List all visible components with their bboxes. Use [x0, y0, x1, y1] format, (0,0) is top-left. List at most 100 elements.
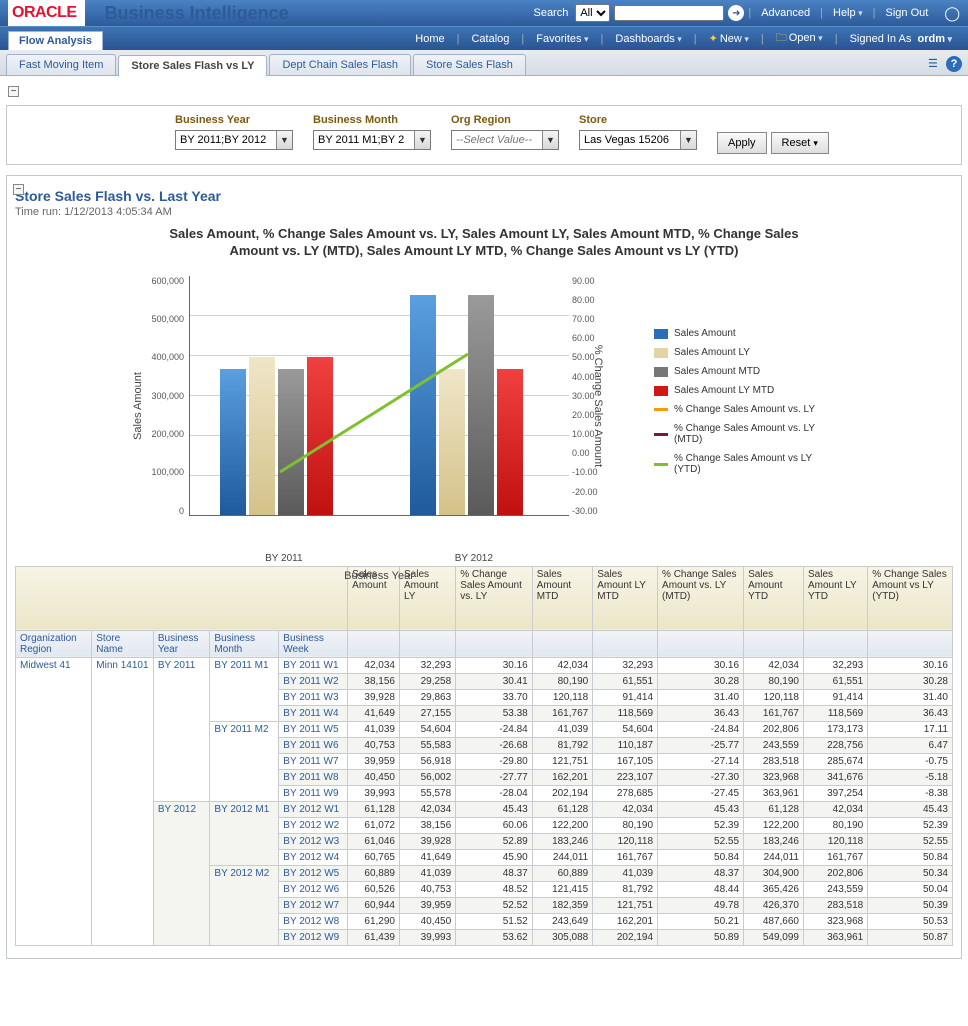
value-cell: 54,604: [593, 721, 658, 737]
week-cell[interactable]: BY 2011 W2: [279, 673, 348, 689]
col-business-year[interactable]: Business Year: [153, 630, 210, 657]
week-cell[interactable]: BY 2012 W6: [279, 881, 348, 897]
week-cell[interactable]: BY 2011 W4: [279, 705, 348, 721]
business-year-select[interactable]: ▼: [175, 130, 293, 150]
chevron-down-icon[interactable]: ▼: [276, 131, 292, 149]
year-cell[interactable]: BY 2011: [153, 657, 210, 801]
value-cell: 305,088: [532, 929, 592, 945]
month-cell[interactable]: BY 2012 M2: [210, 865, 279, 945]
col-business-week[interactable]: Business Week: [279, 630, 348, 657]
value-cell: 40,753: [348, 737, 400, 753]
value-cell: 202,806: [744, 721, 804, 737]
dashboards-menu[interactable]: Dashboards: [607, 33, 689, 45]
value-cell: -27.45: [658, 785, 744, 801]
col-business-month[interactable]: Business Month: [210, 630, 279, 657]
month-cell[interactable]: BY 2011 M2: [210, 721, 279, 801]
help-icon[interactable]: ?: [946, 56, 962, 72]
value-cell: 60,526: [348, 881, 400, 897]
value-cell: 30.16: [658, 657, 744, 673]
value-cell: -24.84: [658, 721, 744, 737]
week-cell[interactable]: BY 2011 W3: [279, 689, 348, 705]
value-cell: 30.16: [868, 657, 953, 673]
value-cell: 118,569: [593, 705, 658, 721]
value-cell: 304,900: [744, 865, 804, 881]
reset-button[interactable]: Reset ▾: [771, 132, 829, 154]
tab-fast-moving[interactable]: Fast Moving Item: [6, 54, 116, 75]
week-cell[interactable]: BY 2012 W3: [279, 833, 348, 849]
week-cell[interactable]: BY 2011 W5: [279, 721, 348, 737]
help-menu[interactable]: Help: [833, 7, 863, 19]
value-cell: 161,767: [593, 849, 658, 865]
tab-dept-chain[interactable]: Dept Chain Sales Flash: [269, 54, 411, 75]
week-cell[interactable]: BY 2011 W9: [279, 785, 348, 801]
advanced-link[interactable]: Advanced: [761, 7, 810, 19]
col-org-region[interactable]: Organization Region: [16, 630, 92, 657]
favorites-menu[interactable]: Favorites: [528, 33, 596, 45]
store-select[interactable]: ▼: [579, 130, 697, 150]
value-cell: 48.52: [456, 881, 533, 897]
year-cell[interactable]: BY 2012: [153, 801, 210, 945]
collapse-filter-icon[interactable]: −: [8, 86, 19, 97]
value-cell: 48.37: [658, 865, 744, 881]
value-cell: 120,118: [744, 689, 804, 705]
week-cell[interactable]: BY 2012 W7: [279, 897, 348, 913]
search-input[interactable]: [614, 5, 724, 21]
apply-button[interactable]: Apply: [717, 132, 767, 154]
week-cell[interactable]: BY 2011 W1: [279, 657, 348, 673]
y2-axis-ticks: 90.0080.0070.0060.0050.0040.0030.0020.00…: [572, 276, 610, 516]
chevron-down-icon[interactable]: ▼: [414, 131, 430, 149]
value-cell: 61,046: [348, 833, 400, 849]
org-region-select[interactable]: ▼: [451, 130, 559, 150]
week-cell[interactable]: BY 2011 W7: [279, 753, 348, 769]
value-cell: -27.77: [456, 769, 533, 785]
brand-area: ORACLE: [8, 0, 85, 26]
search-go-icon[interactable]: ➜: [728, 5, 744, 21]
value-cell: 39,993: [348, 785, 400, 801]
tab-store-sales-flash-vs-ly[interactable]: Store Sales Flash vs LY: [118, 55, 267, 76]
month-cell[interactable]: BY 2011 M1: [210, 657, 279, 721]
business-month-select[interactable]: ▼: [313, 130, 431, 150]
report-section: − Store Sales Flash vs. Last Year Time r…: [6, 175, 962, 959]
value-cell: 53.62: [456, 929, 533, 945]
week-cell[interactable]: BY 2011 W6: [279, 737, 348, 753]
user-menu[interactable]: ordm: [917, 33, 952, 45]
week-cell[interactable]: BY 2012 W2: [279, 817, 348, 833]
week-cell[interactable]: BY 2012 W8: [279, 913, 348, 929]
value-cell: -0.75: [868, 753, 953, 769]
col-store-name[interactable]: Store Name: [92, 630, 154, 657]
value-cell: 80,190: [744, 673, 804, 689]
value-cell: 122,200: [744, 817, 804, 833]
options-icon[interactable]: ☰: [928, 57, 942, 71]
value-cell: 182,359: [532, 897, 592, 913]
signout-link[interactable]: Sign Out: [886, 7, 929, 19]
week-cell[interactable]: BY 2012 W9: [279, 929, 348, 945]
search-scope-select[interactable]: All: [575, 4, 610, 22]
tab-bar: Fast Moving Item Store Sales Flash vs LY…: [0, 50, 968, 76]
value-cell: 29,863: [399, 689, 455, 705]
catalog-link[interactable]: Catalog: [463, 33, 517, 45]
value-cell: 162,201: [593, 913, 658, 929]
value-cell: 50.34: [868, 865, 953, 881]
value-cell: 32,293: [803, 657, 867, 673]
month-cell[interactable]: BY 2012 M1: [210, 801, 279, 865]
chevron-down-icon[interactable]: ▼: [542, 131, 558, 149]
new-menu[interactable]: ✦New: [701, 32, 757, 45]
week-cell[interactable]: BY 2012 W5: [279, 865, 348, 881]
collapse-section-icon[interactable]: −: [13, 184, 24, 195]
value-cell: 121,751: [593, 897, 658, 913]
store-cell[interactable]: Minn 14101: [92, 657, 154, 945]
value-cell: 30.41: [456, 673, 533, 689]
week-cell[interactable]: BY 2012 W4: [279, 849, 348, 865]
open-menu[interactable]: 🗀Open: [768, 29, 831, 48]
tab-store-sales-flash[interactable]: Store Sales Flash: [413, 54, 526, 75]
chevron-down-icon[interactable]: ▼: [680, 131, 696, 149]
week-cell[interactable]: BY 2011 W8: [279, 769, 348, 785]
value-cell: 33.70: [456, 689, 533, 705]
value-cell: 42,034: [532, 657, 592, 673]
org-region-cell[interactable]: Midwest 41: [16, 657, 92, 945]
value-cell: 42,034: [744, 657, 804, 673]
week-cell[interactable]: BY 2012 W1: [279, 801, 348, 817]
home-link[interactable]: Home: [407, 33, 452, 45]
value-cell: 39,959: [348, 753, 400, 769]
value-cell: 60,765: [348, 849, 400, 865]
